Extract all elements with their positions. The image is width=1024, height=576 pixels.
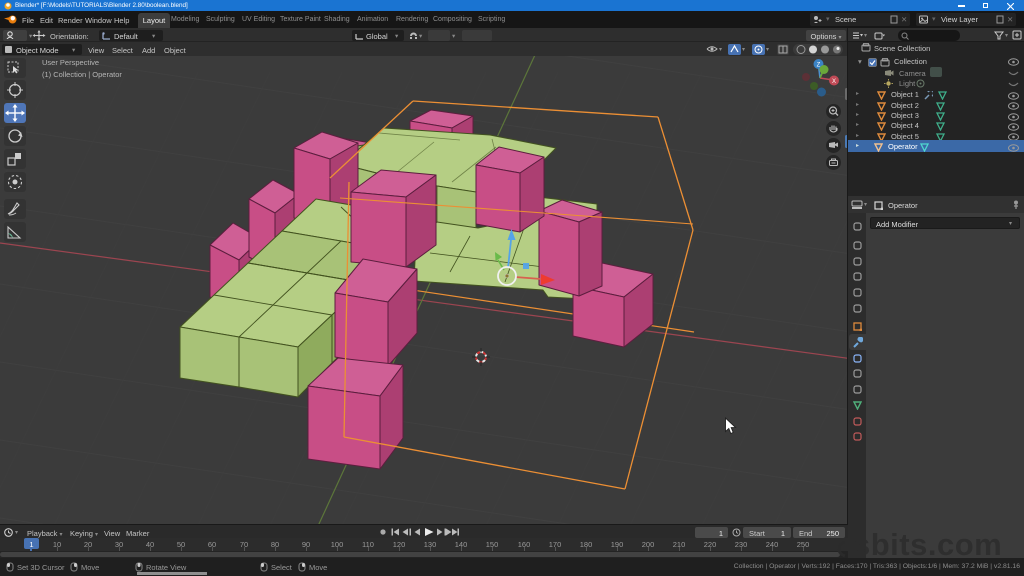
svg-text:X: X xyxy=(832,79,836,85)
